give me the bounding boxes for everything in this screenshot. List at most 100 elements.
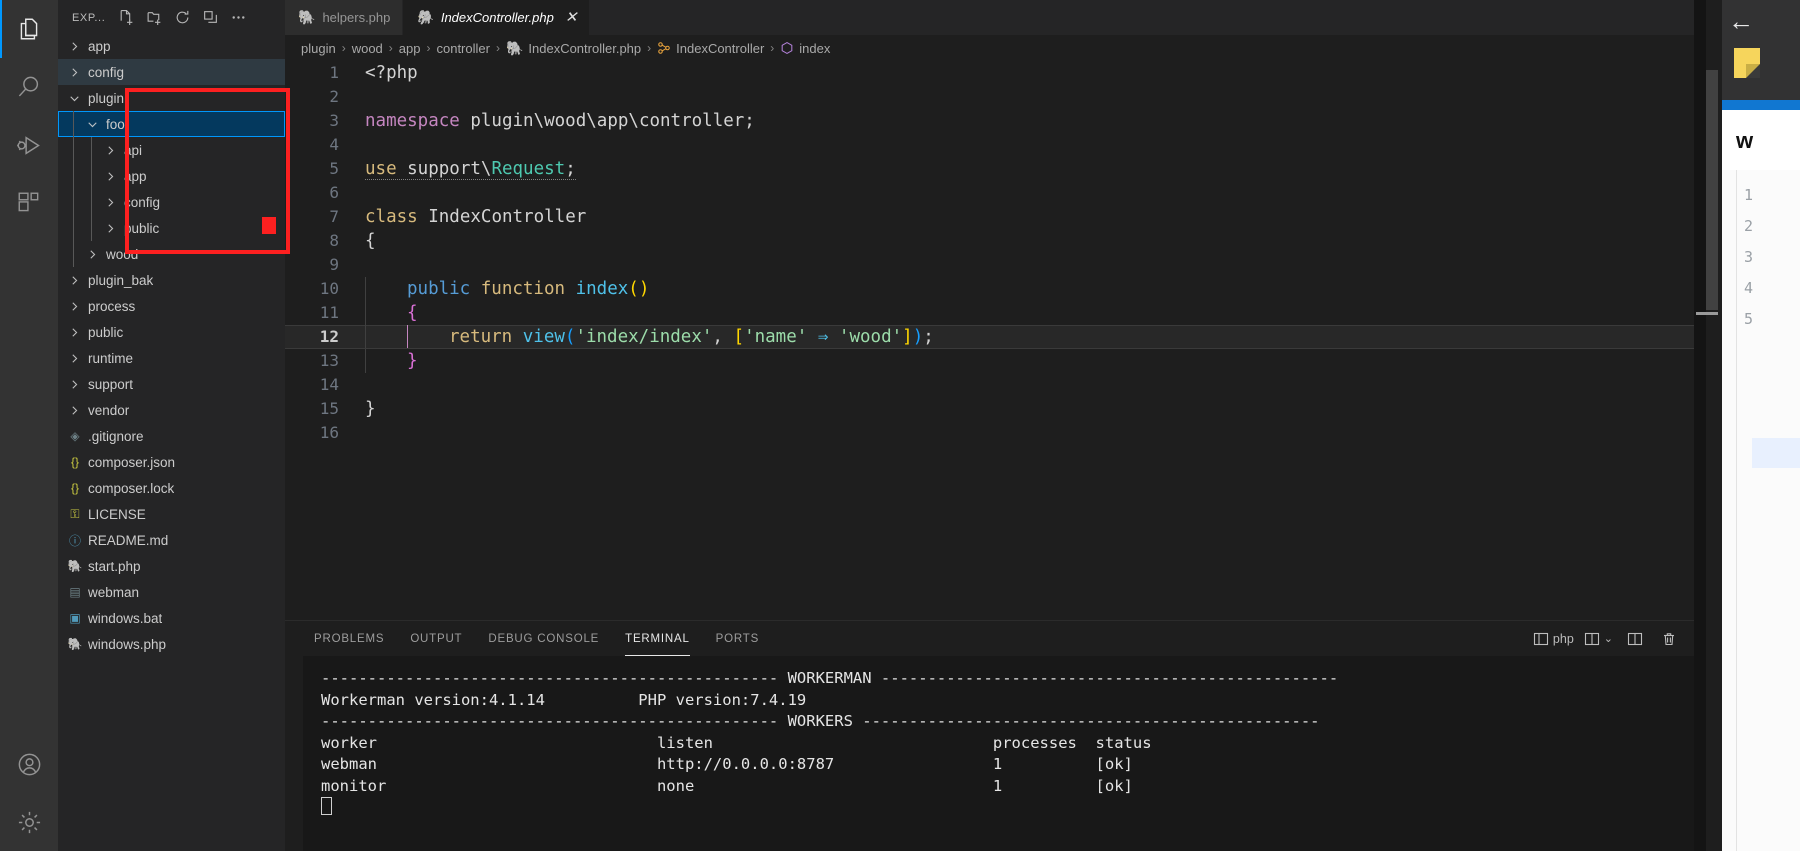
new-folder-icon[interactable]	[141, 5, 167, 31]
terminal[interactable]: ----------------------------------------…	[303, 656, 1800, 851]
php-elephant-icon: 🐘	[416, 9, 434, 25]
code-line[interactable]: 15}	[285, 397, 1800, 421]
code-line[interactable]: 2	[285, 85, 1800, 109]
tree-item-public[interactable]: public	[58, 319, 285, 345]
tree-item-support[interactable]: support	[58, 371, 285, 397]
chevron-right-icon[interactable]	[66, 38, 82, 54]
activity-bar-item-run-and-debug[interactable]	[0, 116, 58, 174]
breadcrumb-item-indexcontroller[interactable]: IndexController	[657, 41, 764, 56]
tree-item-api[interactable]: api	[58, 137, 285, 163]
code-line[interactable]: 7 class IndexController	[285, 205, 1800, 229]
activity-bar-item-search[interactable]	[0, 58, 58, 116]
line-number: 16	[319, 423, 339, 442]
refresh-icon[interactable]	[169, 5, 195, 31]
breadcrumb-item-index[interactable]: index	[780, 41, 830, 56]
kill-terminal-button[interactable]	[1654, 627, 1684, 651]
tree-item-foo[interactable]: foo	[58, 111, 285, 137]
code-line[interactable]: 13}	[285, 349, 1800, 373]
chevron-right-icon[interactable]	[66, 376, 82, 392]
activity-bar-item-explorer[interactable]	[0, 0, 58, 58]
code-line[interactable]: 9	[285, 253, 1800, 277]
git-icon: ◈	[70, 429, 80, 443]
activity-bar-item-extensions[interactable]	[0, 174, 58, 232]
panel-tab-ports[interactable]: PORTS	[703, 621, 772, 656]
chevron-right-icon[interactable]	[102, 168, 118, 184]
tree-item-composer-lock[interactable]: {} composer.lock	[58, 475, 285, 501]
breadcrumb-item-app[interactable]: app	[399, 41, 421, 56]
chevron-right-icon[interactable]	[102, 142, 118, 158]
split-terminal-dropdown-button[interactable]: ⌄	[1581, 627, 1616, 651]
secondary-scrollbar-thumb[interactable]	[1706, 70, 1718, 310]
tree-item-windows-bat[interactable]: ▣ windows.bat	[58, 605, 285, 631]
breadcrumb-item-wood[interactable]: wood	[352, 41, 383, 56]
tree-item-config[interactable]: config	[58, 189, 285, 215]
launch-profile-php-button[interactable]: php	[1530, 627, 1577, 651]
ellipsis-icon[interactable]	[225, 5, 251, 31]
code-line[interactable]: 5 use support\Request;	[285, 157, 1800, 181]
chevron-right-icon[interactable]	[102, 220, 118, 236]
chevron-right-icon[interactable]	[66, 324, 82, 340]
breadcrumb[interactable]: plugin › wood › app › controller › 🐘 IndexControl…	[285, 35, 1800, 61]
code-line[interactable]: 1 <?php	[285, 61, 1800, 85]
chevron-right-icon[interactable]	[66, 272, 82, 288]
chevron-right-icon[interactable]	[84, 246, 100, 262]
panel-tab-output[interactable]: OUTPUT	[397, 621, 475, 656]
code-line[interactable]: 4	[285, 133, 1800, 157]
editor-tab-helpers-php[interactable]: 🐘 helpers.php	[285, 0, 404, 35]
tree-item--gitignore[interactable]: ◈ .gitignore	[58, 423, 285, 449]
chevron-right-icon[interactable]	[66, 402, 82, 418]
activity-bar-item-accounts[interactable]	[0, 735, 58, 793]
activity-bar-item-manage[interactable]	[0, 793, 58, 851]
close-icon[interactable]: ✕	[565, 10, 578, 25]
tree-item-label: process	[88, 298, 136, 314]
code-line[interactable]: 16	[285, 421, 1800, 445]
collapse-all-icon[interactable]	[197, 5, 223, 31]
code-line[interactable]: 14	[285, 373, 1800, 397]
breadcrumb-item-indexcontroller-php[interactable]: 🐘 IndexController.php	[506, 40, 641, 57]
chevron-right-icon[interactable]	[102, 194, 118, 210]
chevron-right-icon[interactable]	[66, 350, 82, 366]
new-file-icon[interactable]	[113, 5, 139, 31]
tree-item-public[interactable]: public	[58, 215, 285, 241]
tree-item-runtime[interactable]: runtime	[58, 345, 285, 371]
tree-item-windows-php[interactable]: 🐘 windows.php	[58, 631, 285, 657]
tree-item-license[interactable]: ⚿ LICENSE	[58, 501, 285, 527]
file-tree[interactable]: app config plugin foo api app config public wood…	[58, 33, 285, 851]
code-line[interactable]: 10 public function index()	[285, 277, 1800, 301]
chevron-right-icon[interactable]	[66, 64, 82, 80]
tree-item-start-php[interactable]: 🐘 start.php	[58, 553, 285, 579]
tree-item-process[interactable]: process	[58, 293, 285, 319]
chevron-down-icon[interactable]	[84, 116, 100, 132]
back-arrow-icon[interactable]: ←	[1728, 8, 1754, 34]
chevron-down-icon[interactable]	[66, 90, 82, 106]
tree-item-wood[interactable]: wood	[58, 241, 285, 267]
tree-item-app[interactable]: app	[58, 33, 285, 59]
panel-tab-problems[interactable]: PROBLEMS	[301, 621, 397, 656]
tree-item-webman[interactable]: ▤ webman	[58, 579, 285, 605]
browser-chrome: ←	[1722, 0, 1800, 100]
code-line[interactable]: 8{	[285, 229, 1800, 253]
breadcrumb-item-plugin[interactable]: plugin	[301, 41, 336, 56]
panel-tab-terminal[interactable]: TERMINAL	[612, 621, 703, 656]
code-line[interactable]: 3 namespace plugin\wood\app\controller;	[285, 109, 1800, 133]
license-key-icon: ⚿	[70, 506, 80, 521]
code-line[interactable]: 12 return view('index/index', ['name' ⇒ '…	[285, 325, 1800, 349]
panel-tab-debug-console[interactable]: DEBUG CONSOLE	[475, 621, 612, 656]
background-browser-window[interactable]: ← w 1 2 3 4 5	[1722, 0, 1800, 851]
tree-item-readme-md[interactable]: ⓘ README.md	[58, 527, 285, 553]
line-number: 3	[1744, 248, 1754, 266]
breadcrumb-item-controller[interactable]: controller	[436, 41, 489, 56]
tree-item-composer-json[interactable]: {} composer.json	[58, 449, 285, 475]
code-line[interactable]: 6	[285, 181, 1800, 205]
tree-item-vendor[interactable]: vendor	[58, 397, 285, 423]
chevron-right-icon[interactable]	[66, 298, 82, 314]
tree-item-plugin[interactable]: plugin	[58, 85, 285, 111]
editor-tab-indexcontroller-php[interactable]: 🐘 IndexController.php ✕	[403, 0, 591, 35]
split-terminal-button[interactable]	[1620, 627, 1650, 651]
code-editor[interactable]: 1 <?php 2 3 namespace plugin\wood\app\contro…	[285, 61, 1800, 620]
terminal-line: worker listen processes status	[321, 733, 1152, 752]
tree-item-config[interactable]: config	[58, 59, 285, 85]
code-line[interactable]: 11 {	[285, 301, 1800, 325]
tree-item-plugin-bak[interactable]: plugin_bak	[58, 267, 285, 293]
tree-item-app[interactable]: app	[58, 163, 285, 189]
